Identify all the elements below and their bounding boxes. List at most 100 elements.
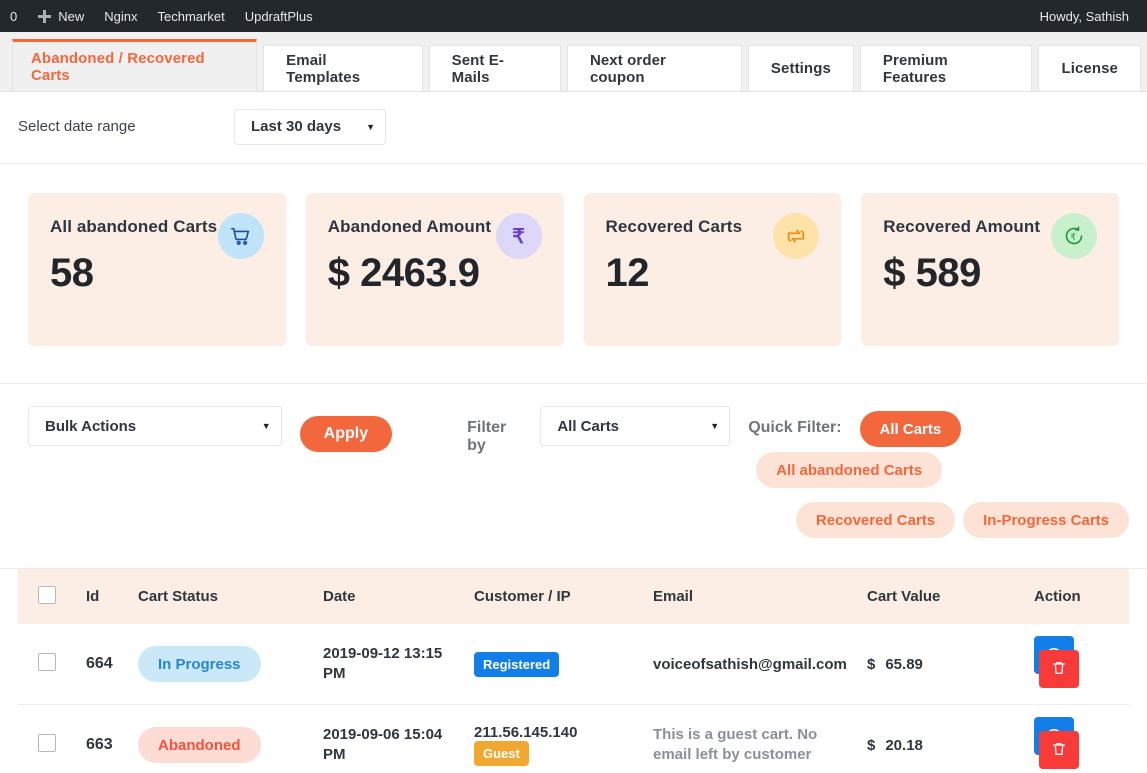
plugin-tab-bar: Abandoned / Recovered Carts Email Templa… (0, 32, 1147, 92)
carts-table-wrap: Id Cart Status Date Customer / IP Email … (0, 569, 1147, 773)
quick-filter-group: Quick Filter: All Carts All abandoned Ca… (748, 406, 1129, 538)
stat-card-value: 58 (50, 251, 94, 295)
row-checkbox[interactable] (38, 653, 56, 671)
column-header-cart-status[interactable]: Cart Status (130, 569, 315, 624)
howdy-user-menu[interactable]: Howdy, Sathish (1030, 0, 1139, 32)
svg-text:₹: ₹ (1070, 233, 1076, 243)
cell-id: 664 (78, 624, 130, 705)
cell-action (1026, 704, 1129, 773)
tab-next-order-coupon[interactable]: Next order coupon (566, 45, 742, 91)
date-range-value: Last 30 days (251, 118, 342, 135)
wp-admin-bar: 0 New Nginx Techmarket UpdraftPlus Howdy… (0, 0, 1147, 32)
customer-type-badge: Registered (474, 651, 560, 677)
column-header-id[interactable]: Id (78, 569, 130, 624)
delete-cart-button[interactable] (1039, 731, 1079, 769)
stat-card-abandoned-amount: Abandoned Amount $ 2463.9 ₹ (305, 193, 564, 346)
row-select-cell (18, 624, 78, 705)
admin-bar-item-updraftplus[interactable]: UpdraftPlus (235, 0, 323, 32)
column-header-date[interactable]: Date (315, 569, 466, 624)
date-range-label: Select date range (18, 118, 136, 135)
admin-bar-left: 0 New Nginx Techmarket UpdraftPlus (0, 0, 323, 32)
customer-type-badge: Guest (474, 741, 529, 766)
stat-cards: All abandoned Carts 58 Abandoned Amount … (0, 164, 1147, 383)
quick-filter-recovered-carts[interactable]: Recovered Carts (795, 502, 956, 538)
chevron-down-icon: ▼ (261, 421, 271, 431)
table-row: 664 In Progress 2019-09-12 13:15 PM Regi… (18, 624, 1129, 705)
email-value: voiceofsathish@gmail.com (653, 655, 847, 673)
apply-button[interactable]: Apply (299, 416, 393, 452)
cell-email: This is a guest cart. No email left by c… (645, 704, 859, 773)
quick-filter-all-carts[interactable]: All Carts (859, 411, 962, 447)
column-header-email[interactable]: Email (645, 569, 859, 624)
bulk-actions-value: Bulk Actions (45, 417, 137, 435)
stat-card-value: $ 589 (883, 251, 981, 295)
filter-panel: Bulk Actions ▼ Apply Filter by All Carts… (0, 384, 1147, 569)
date-range-panel: Select date range Last 30 days ▼ (0, 92, 1147, 164)
filter-bar: Bulk Actions ▼ Apply Filter by All Carts… (0, 384, 1147, 568)
comments-count[interactable]: 0 (0, 0, 27, 32)
tab-email-templates[interactable]: Email Templates (263, 45, 423, 91)
cart-value-amount: 65.89 (885, 655, 923, 673)
new-content-button[interactable]: New (27, 0, 94, 32)
row-checkbox[interactable] (38, 734, 56, 752)
currency-symbol: $ (867, 736, 876, 754)
tab-abandoned-recovered-carts[interactable]: Abandoned / Recovered Carts (12, 39, 258, 91)
quick-filter-all-abandoned-carts[interactable]: All abandoned Carts (756, 452, 943, 488)
quick-filter-row-2: Recovered Carts In-Progress Carts (748, 497, 1129, 538)
table-head: Id Cart Status Date Customer / IP Email … (18, 569, 1129, 624)
cell-action (1026, 624, 1129, 705)
rupee-recovered-icon: ₹ (1051, 213, 1097, 259)
cell-customer-ip: 211.56.145.140Guest (466, 704, 645, 773)
refresh-sync-icon (773, 213, 820, 259)
chevron-down-icon: ▼ (366, 121, 375, 132)
table-body: 664 In Progress 2019-09-12 13:15 PM Regi… (18, 624, 1129, 773)
cart-value-amount: 20.18 (885, 736, 923, 754)
tab-settings[interactable]: Settings (747, 45, 854, 91)
currency-symbol: $ (867, 655, 876, 673)
tab-license[interactable]: License (1038, 45, 1141, 91)
plus-icon (37, 9, 52, 24)
stat-card-all-abandoned-carts: All abandoned Carts 58 (28, 193, 286, 346)
cell-cart-status: Abandoned (130, 704, 315, 773)
select-all-checkbox[interactable] (38, 585, 56, 604)
filter-by-label: Filter by (467, 419, 507, 454)
cell-cart-value: $20.18 (859, 704, 1026, 773)
cell-id: 663 (78, 704, 130, 773)
column-header-customer-ip[interactable]: Customer / IP (466, 569, 645, 624)
bulk-actions-select[interactable]: Bulk Actions ▼ (28, 406, 282, 446)
stat-card-value: $ 2463.9 (327, 251, 480, 295)
delete-cart-button[interactable] (1039, 650, 1079, 688)
stat-card-value: 12 (605, 251, 650, 295)
column-header-cart-value[interactable]: Cart Value (859, 569, 1026, 624)
trash-icon (1051, 741, 1067, 760)
cell-cart-value: $65.89 (859, 624, 1026, 705)
table-row: 663 Abandoned 2019-09-06 15:04 PM 211.56… (18, 704, 1129, 773)
admin-bar-item-nginx[interactable]: Nginx (94, 0, 147, 32)
cell-date: 2019-09-06 15:04 PM (315, 704, 466, 773)
date-range-select[interactable]: Last 30 days ▼ (234, 108, 386, 145)
quick-filter-in-progress-carts[interactable]: In-Progress Carts (963, 502, 1129, 538)
column-header-action: Action (1026, 569, 1129, 624)
table-header-row: Id Cart Status Date Customer / IP Email … (18, 569, 1129, 624)
email-value: This is a guest cart. No email left by c… (653, 725, 818, 763)
tab-sent-emails[interactable]: Sent E-Mails (428, 45, 561, 91)
ip-address: 211.56.145.140 (474, 724, 578, 741)
trash-icon (1051, 660, 1067, 679)
cell-email: voiceofsathish@gmail.com (645, 624, 859, 705)
date-value: 2019-09-06 15:04 PM (323, 725, 443, 763)
row-actions (1034, 636, 1094, 692)
admin-bar-right: Howdy, Sathish (1030, 0, 1147, 32)
status-badge: In Progress (138, 646, 261, 682)
quick-filter-label: Quick Filter: (748, 419, 842, 436)
filter-by-select[interactable]: All Carts ▼ (540, 406, 731, 446)
tab-premium-features[interactable]: Premium Features (859, 45, 1033, 91)
stats-panel: All abandoned Carts 58 Abandoned Amount … (0, 164, 1147, 384)
row-select-cell (18, 704, 78, 773)
status-badge: Abandoned (138, 727, 261, 763)
admin-bar-item-techmarket[interactable]: Techmarket (148, 0, 235, 32)
cell-cart-status: In Progress (130, 624, 315, 705)
cell-customer-ip: Registered (466, 624, 645, 705)
date-range-row: Select date range Last 30 days ▼ (0, 92, 1147, 163)
rupee-icon: ₹ (495, 213, 542, 259)
shopping-cart-icon (217, 213, 264, 259)
